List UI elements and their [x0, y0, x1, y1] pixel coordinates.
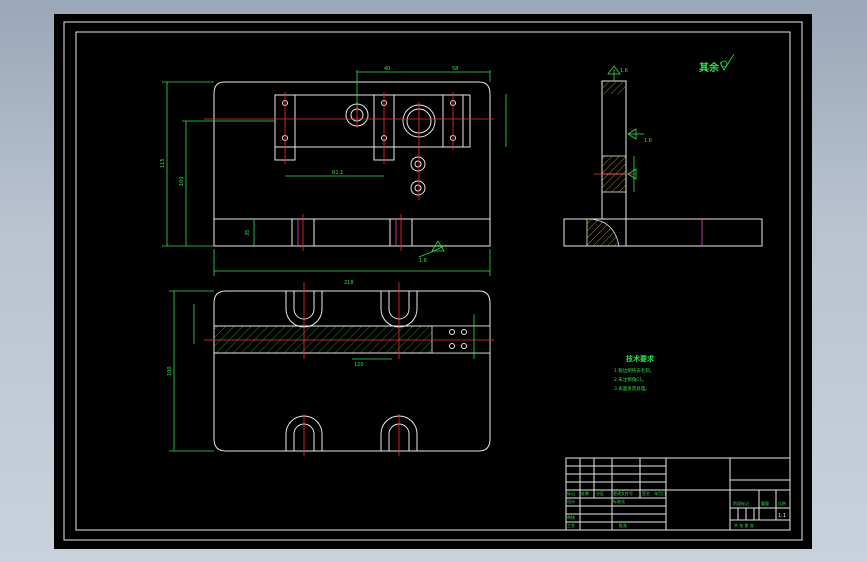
dim-top-width: 40 [384, 66, 390, 72]
dim-top-right: 58 [452, 66, 458, 72]
dim-roughness-base: 1.6 [419, 258, 427, 264]
dim-bottom-bot: 120 [354, 362, 364, 368]
tech-req-title: 技术要求 [626, 354, 655, 363]
roughness-note: 其余 [699, 61, 720, 74]
dim-base-height: 35 [245, 230, 251, 236]
title-block: 标记 处数 分区 更改文件号 签名 年月日 设计 标准化 审核 工艺 批准 阶段… [565, 457, 791, 531]
front-view: 40 58 218 R1.1 1.6 35 115 100 [160, 66, 507, 286]
tb-standard: 标准化 [613, 498, 625, 504]
technical-requirements: 技术要求 1.锐边倒钝去毛刺。 2.未注倒角C1。 3.表面发黑处理。 [614, 354, 655, 392]
inner-frame [75, 31, 791, 531]
tb-stage: 阶段标记 [733, 500, 749, 506]
side-view: 1.6 1.6 其余 [563, 53, 763, 247]
dim-bottom-height: 100 [167, 366, 173, 376]
dim-overall-width: 218 [344, 280, 354, 286]
tb-design: 设计 [567, 498, 575, 504]
tech-req-line: 2.未注倒角C1。 [614, 376, 647, 383]
cad-viewport[interactable]: 40 58 218 R1.1 1.6 35 115 100 1.6 1.6 其余 [54, 14, 812, 549]
tb-review: 审核 [567, 514, 575, 520]
tb-scale-value: 1:1 [778, 513, 786, 519]
dim-side-top: 1.6 [620, 68, 628, 74]
tb-sheet: 共 张 第 张 [734, 522, 754, 528]
top-view: 100 120 [167, 282, 494, 456]
dim-left-height: 115 [160, 158, 166, 168]
tb-date: 年月日 [654, 490, 666, 496]
tb-approve: 批准 [619, 522, 627, 528]
dim-slot: R1.1 [332, 170, 343, 176]
tb-weight: 重量 [761, 500, 769, 506]
cad-drawing: 40 58 218 R1.1 1.6 35 115 100 1.6 1.6 其余 [63, 21, 803, 541]
tech-req-line: 3.表面发黑处理。 [614, 385, 650, 392]
tb-count: 处数 [581, 490, 589, 496]
tb-change-doc: 更改文件号 [613, 490, 633, 496]
tb-process: 工艺 [567, 523, 575, 528]
tech-req-line: 1.锐边倒钝去毛刺。 [614, 367, 654, 374]
tb-zone: 分区 [596, 490, 604, 496]
dim-left-height-inner: 100 [179, 176, 185, 186]
tb-scale: 比例 [778, 500, 786, 506]
dim-side-mid: 1.6 [644, 138, 652, 144]
tb-signature: 签名 [642, 490, 650, 496]
outer-frame [63, 21, 803, 541]
tb-mark: 标记 [567, 490, 575, 496]
